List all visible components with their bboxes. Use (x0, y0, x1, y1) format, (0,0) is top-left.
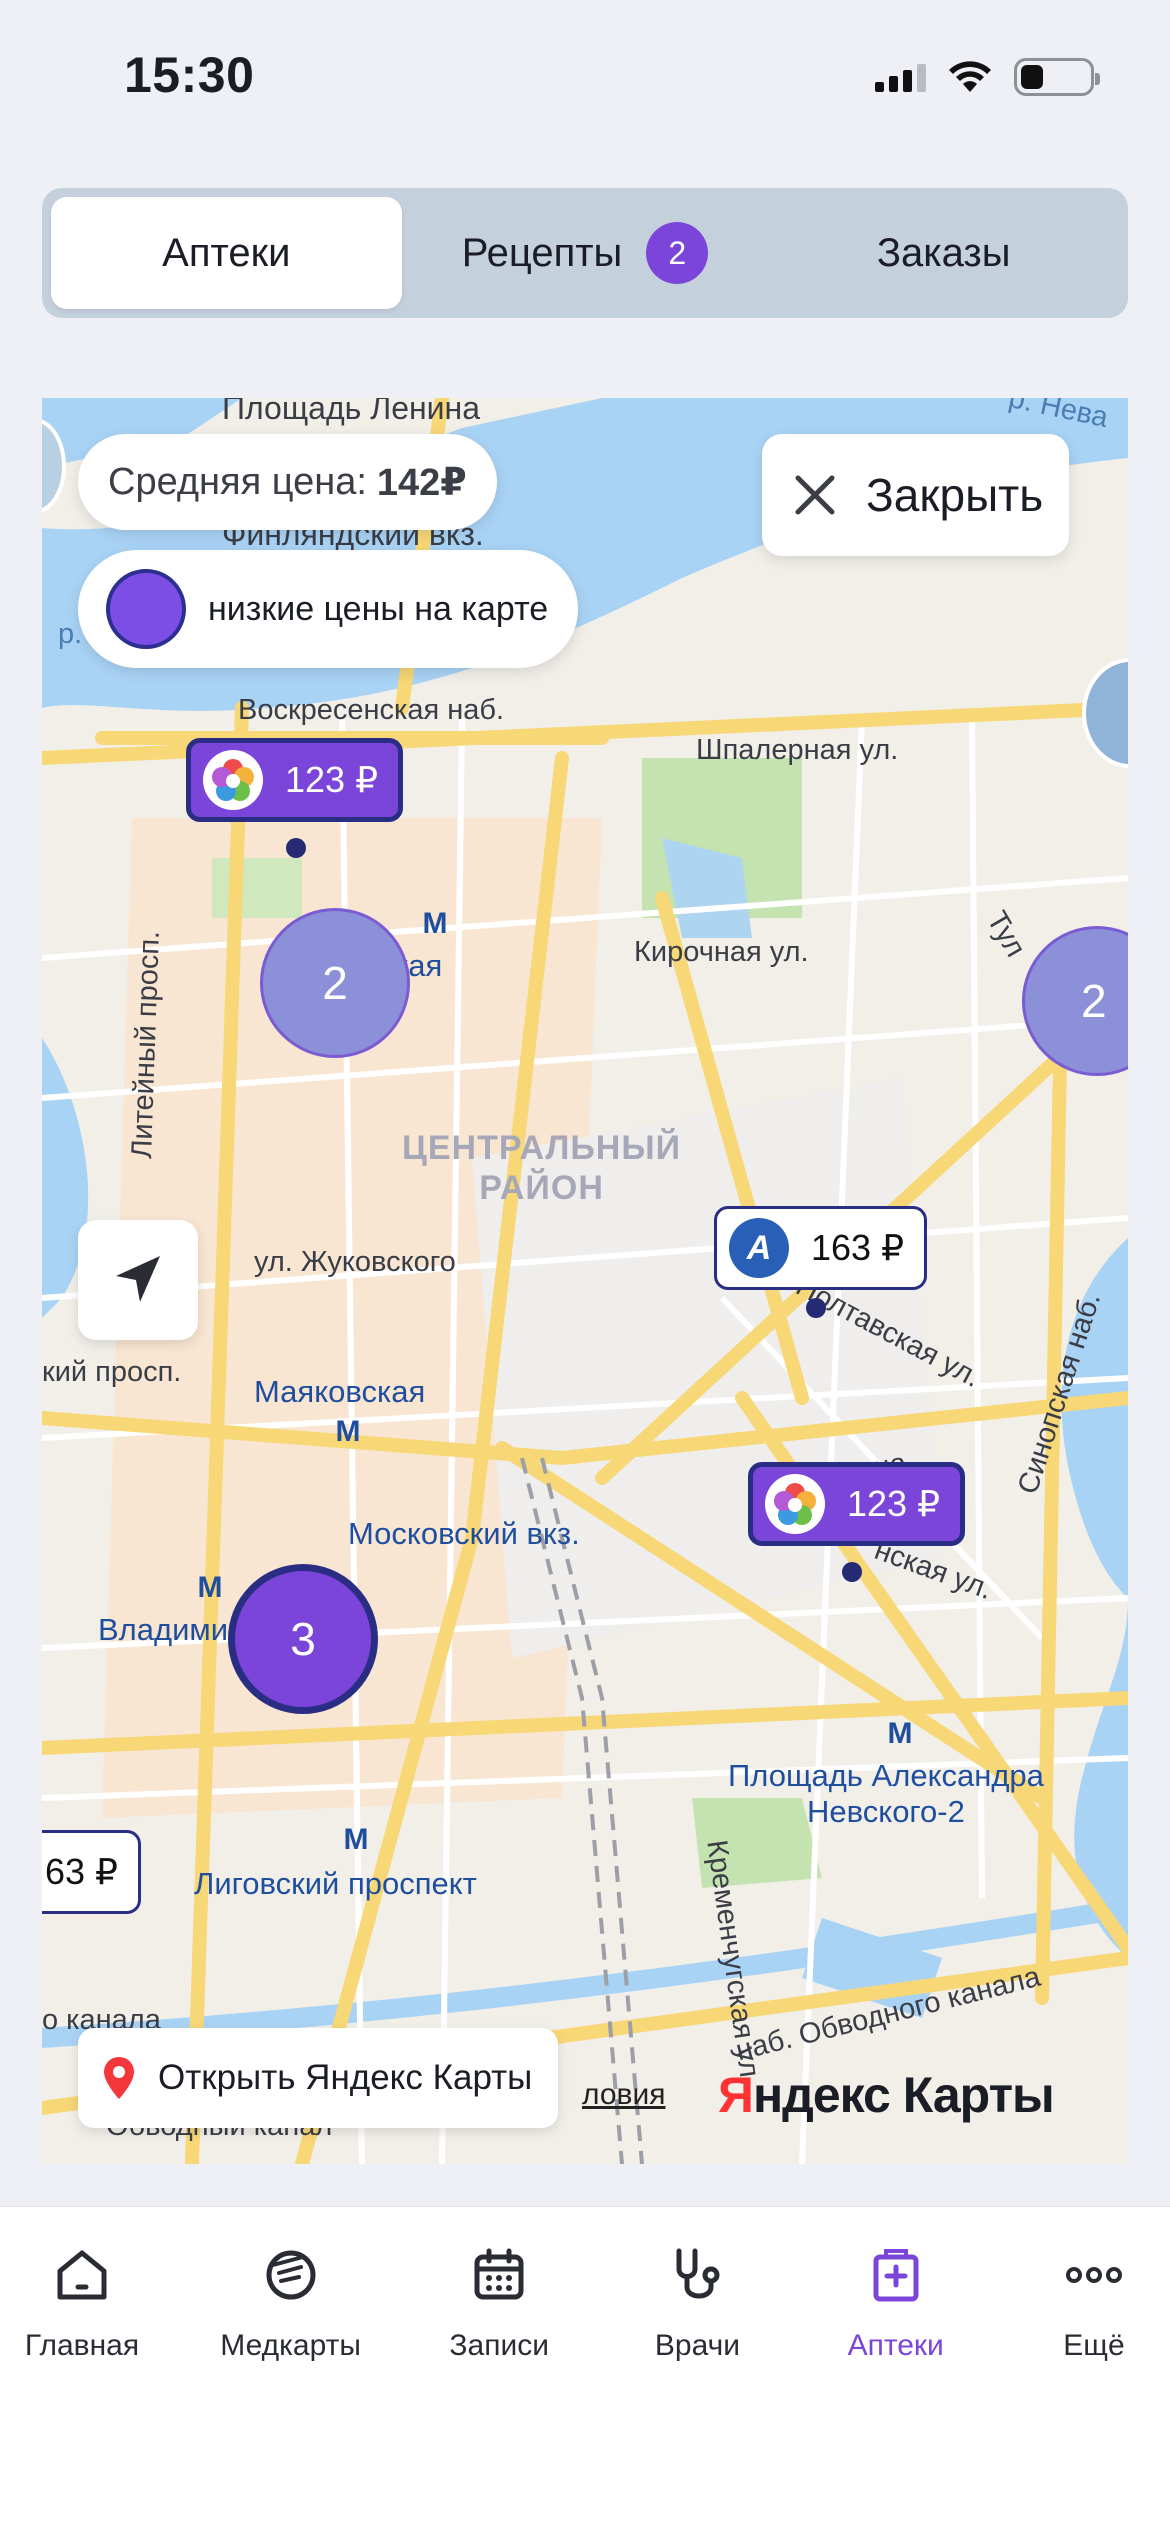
marker-pin (286, 838, 306, 858)
marker-pin (806, 1298, 826, 1318)
map-label-river: р. (58, 618, 83, 650)
metro-icon: M (343, 1823, 369, 1856)
average-price-value: 142₽ (376, 461, 467, 504)
map-pin-icon (104, 2057, 134, 2099)
marker-pin (842, 1562, 862, 1582)
logo-letter: Я (718, 2067, 754, 2123)
tab-orders[interactable]: Заказы (768, 197, 1120, 309)
map-label-aleksandra-nevskogo: Площадь Александра Невского-2 (728, 1758, 1044, 1829)
marker-price: 123 ₽ (285, 759, 378, 800)
tab-pharmacies[interactable]: Аптеки (51, 197, 402, 309)
map-terms-link[interactable]: ловия (582, 2078, 665, 2112)
cellular-signal-icon (875, 62, 926, 92)
map-label-vladimirskaya: Владими (98, 1612, 229, 1647)
map-label-shpalernaya: Шпалерная ул. (696, 734, 899, 766)
open-maps-label: Открыть Яндекс Карты (158, 2058, 533, 2097)
pharmacy-marker[interactable]: 123 ₽ (186, 738, 403, 822)
nav-label: Медкарты (220, 2329, 361, 2362)
close-icon (795, 475, 835, 515)
metro-icon: M (422, 907, 448, 940)
cluster-count: 2 (322, 957, 348, 1009)
nav-item-doctors[interactable]: Врачи (637, 2243, 757, 2363)
cluster-count: 2 (1081, 975, 1107, 1027)
metro-icon: M (887, 1717, 913, 1750)
home-icon (57, 2250, 107, 2300)
low-price-legend-dot (106, 569, 186, 649)
map-label-ligovsky: Лиговский проспект (194, 1866, 477, 1901)
nav-label: Ещё (1063, 2329, 1125, 2362)
marker-price: 123 ₽ (847, 1483, 940, 1524)
map-label-ploshchad-lenina: Площадь Ленина (222, 398, 480, 426)
yandex-maps-logo: Яндекс Карты (718, 2066, 1055, 2124)
pharmacy-map[interactable]: Площадь Ленина Финляндский вкз. Воскресе… (42, 398, 1128, 2164)
pharmacy-cluster[interactable]: 3 (228, 1564, 378, 1714)
medcard-icon (266, 2250, 316, 2300)
cluster-count: 3 (290, 1613, 316, 1665)
pharmacy-logo-icon (203, 750, 263, 810)
metro-icon: M (335, 1415, 361, 1448)
nav-item-pharmacies[interactable]: Аптеки (836, 2243, 956, 2363)
bottom-navigation: Главная Медкарты Записи Врачи Аптеки Ещё (0, 2206, 1170, 2532)
location-arrow-icon (116, 1256, 160, 1302)
marker-price: 63 ₽ (45, 1851, 118, 1892)
nav-label: Аптеки (847, 2329, 944, 2362)
nav-item-medcards[interactable]: Медкарты (220, 2243, 361, 2363)
map-label-moskovsky: Московский вкз. (348, 1516, 580, 1551)
average-price-pill: Средняя цена: 142₽ (78, 434, 497, 530)
status-icons (875, 58, 1100, 96)
average-price-label: Средняя цена: (108, 460, 367, 503)
nav-item-more[interactable]: Ещё (1034, 2243, 1154, 2363)
tab-label: Рецепты (461, 230, 623, 275)
tab-label: Аптеки (162, 230, 291, 275)
pharmacy-cluster[interactable]: 2 (260, 908, 410, 1058)
close-map-button[interactable]: Закрыть (762, 434, 1070, 556)
pharmacy-marker[interactable]: 123 ₽ (748, 1462, 965, 1546)
battery-icon (1014, 58, 1100, 96)
pharmacy-logo-icon (765, 1474, 825, 1534)
tab-prescriptions[interactable]: Рецепты 2 (409, 197, 761, 309)
legend-pill: низкие цены на карте (78, 550, 579, 668)
close-label: Закрыть (866, 469, 1044, 521)
legend-text: низкие цены на карте (208, 589, 549, 628)
map-label-mayakovskaya: Маяковская (254, 1374, 426, 1409)
pharmacy-logo-icon: A (729, 1218, 789, 1278)
map-label-kirochnaya: Кирочная ул. (634, 936, 809, 968)
marker-price: 163 ₽ (811, 1227, 904, 1268)
more-icon (1065, 2267, 1122, 2283)
nav-label: Главная (24, 2329, 140, 2362)
status-time: 15:30 (124, 47, 255, 103)
map-label-zhukovskogo: ул. Жуковского (254, 1246, 456, 1278)
open-yandex-maps-button[interactable]: Открыть Яндекс Карты (78, 2028, 559, 2128)
nav-item-appointments[interactable]: Записи (439, 2243, 559, 2363)
status-bar: 15:30 (0, 0, 1170, 150)
prescriptions-count-badge: 2 (646, 222, 709, 284)
tab-label: Заказы (876, 230, 1011, 275)
wifi-icon (949, 61, 991, 92)
pharmacy-icon (873, 2249, 919, 2302)
nav-label: Врачи (654, 2329, 740, 2362)
nav-item-home[interactable]: Главная (22, 2243, 142, 2363)
pharmacy-marker[interactable]: 63 ₽ (42, 1830, 141, 1914)
metro-icon: M (197, 1571, 223, 1604)
map-label-voskresenskaya: Воскресенская наб. (238, 694, 505, 726)
map-label-district: ЦЕНТРАЛЬНЫЙ РАЙОН (402, 1129, 682, 1207)
logo-text: ндекс Карты (752, 2067, 1055, 2123)
pharmacy-marker[interactable]: A 163 ₽ (714, 1206, 927, 1290)
stethoscope-icon (676, 2248, 720, 2299)
nav-label: Записи (449, 2329, 549, 2362)
map-label-prosp: кий просп. (42, 1356, 182, 1388)
calendar-icon (474, 2248, 524, 2300)
segmented-tabs: Аптеки Рецепты 2 Заказы (42, 188, 1128, 318)
my-location-button[interactable] (78, 1220, 198, 1340)
